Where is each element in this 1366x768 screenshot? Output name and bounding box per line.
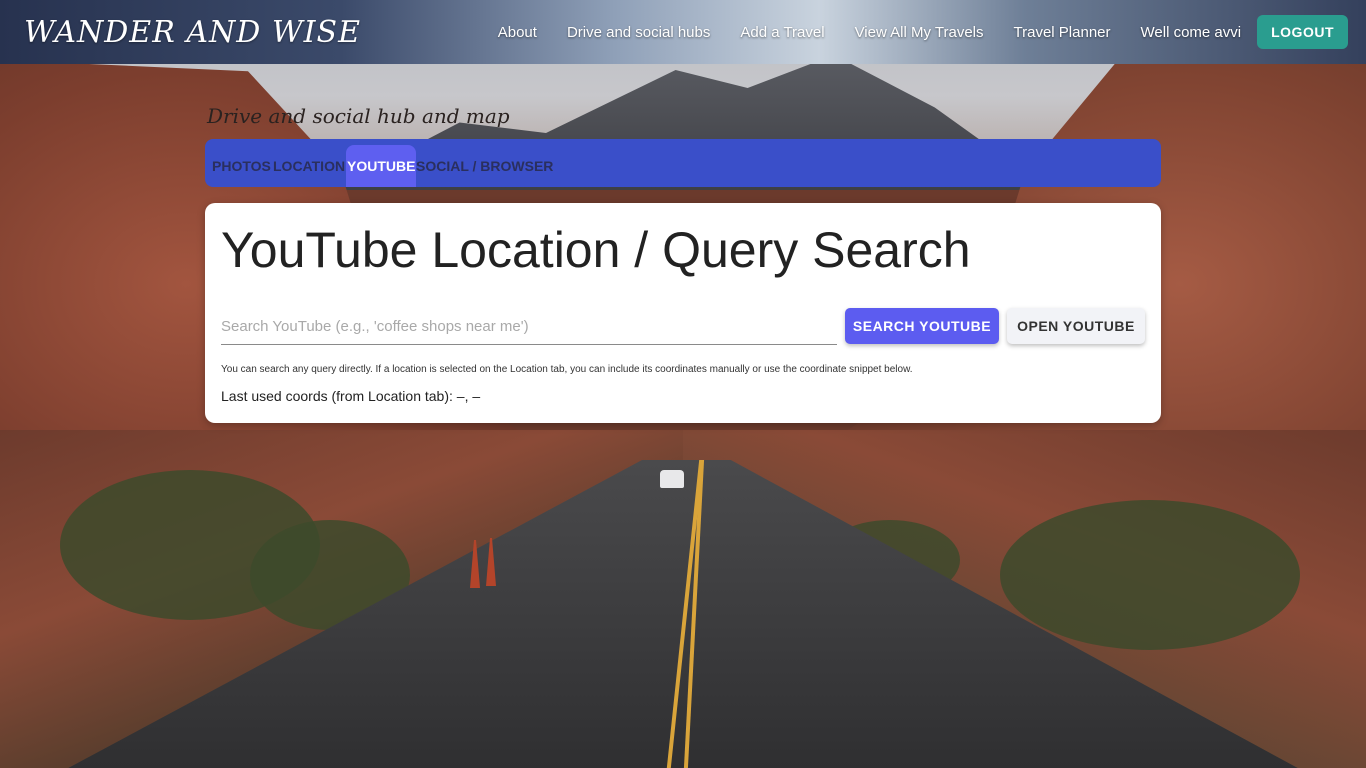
shrub [1000, 500, 1300, 650]
navbar: WANDER AND WISE About Drive and social h… [0, 0, 1366, 64]
last-used-coords: Last used coords (from Location tab): –,… [221, 388, 481, 404]
open-youtube-button[interactable]: OPEN YOUTUBE [1007, 308, 1145, 344]
search-youtube-button[interactable]: SEARCH YOUTUBE [845, 308, 999, 344]
nav-link-view-travels[interactable]: View All My Travels [855, 24, 984, 41]
youtube-search-input[interactable] [221, 309, 837, 345]
nav-user-greeting[interactable]: Well come avvi [1141, 24, 1242, 41]
card-heading: YouTube Location / Query Search [221, 222, 971, 278]
brand-logo[interactable]: WANDER AND WISE [24, 15, 361, 50]
nav-link-drive-social-hubs[interactable]: Drive and social hubs [567, 24, 710, 41]
tab-location[interactable]: LOCATION [272, 145, 346, 187]
nav-link-about[interactable]: About [498, 24, 537, 41]
youtube-search-card: YouTube Location / Query Search SEARCH Y… [205, 203, 1161, 423]
nav-link-travel-planner[interactable]: Travel Planner [1014, 24, 1111, 41]
nav-link-add-travel[interactable]: Add a Travel [740, 24, 824, 41]
page-title: Drive and social hub and map [207, 104, 510, 128]
tab-social-browser[interactable]: SOCIAL / BROWSER [415, 145, 554, 187]
tabs-bar: PHOTOS LOCATION YOUTUBE SOCIAL / BROWSER [205, 139, 1161, 187]
nav-links: About Drive and social hubs Add a Travel… [468, 0, 1348, 64]
tab-photos[interactable]: PHOTOS [211, 145, 272, 187]
car [660, 470, 684, 488]
tab-youtube[interactable]: YOUTUBE [346, 145, 417, 187]
help-text: You can search any query directly. If a … [221, 364, 913, 375]
logout-button[interactable]: LOGOUT [1257, 15, 1348, 49]
